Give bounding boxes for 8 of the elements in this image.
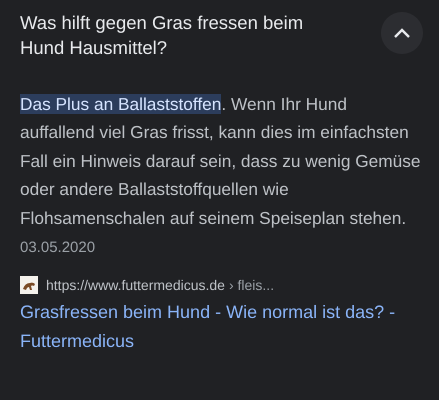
result-link[interactable]: Grasfressen beim Hund - Wie normal ist das? - Futtermedicus (20, 298, 425, 356)
chevron-icon (393, 27, 411, 39)
source-url: https://www.futtermedicus.de (46, 277, 225, 294)
dog-favicon-icon (20, 276, 38, 294)
question-title: Was hilft gegen Gras fressen beim Hund Hausmittel? (20, 11, 304, 60)
answer-text: Das Plus an Ballaststoffen. Wenn Ihr Hund auffallend viel Gras frisst, kann dies im einfachsten Fall ein Hinweis darauf sein, dass zu wenig Gemüse oder andere Ballaststoffquellen wie Flohsamenschalen auf seinem Speiseplan stehen. 03.05.2020 (20, 93, 422, 258)
collapse-button[interactable] (381, 12, 423, 54)
source-path: › fleis... (228, 277, 274, 294)
